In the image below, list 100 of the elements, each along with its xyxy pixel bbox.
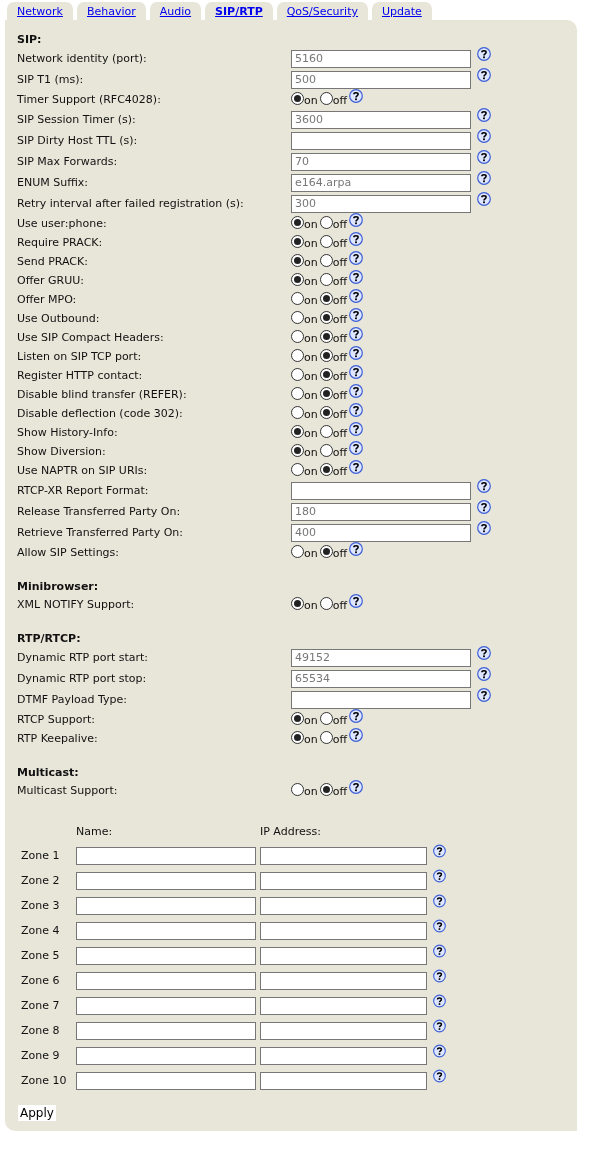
input-field[interactable]: 180: [291, 502, 471, 521]
on-radio-option[interactable]: on: [291, 444, 318, 459]
off-radio-option[interactable]: off: [319, 597, 347, 612]
off-radio-option[interactable]: off: [319, 712, 347, 727]
input-field[interactable]: 300: [291, 194, 471, 213]
on-radio-option[interactable]: on: [291, 463, 318, 478]
help-icon[interactable]: [433, 918, 446, 933]
tab[interactable]: Behavior: [76, 2, 146, 20]
input-field[interactable]: [291, 131, 471, 150]
off-radio-option[interactable]: off: [319, 368, 347, 383]
tab[interactable]: QoS/Security: [276, 2, 368, 20]
ip-address-field[interactable]: [260, 846, 428, 865]
help-icon[interactable]: [349, 346, 363, 360]
on-radio-option[interactable]: on: [291, 368, 318, 383]
input-field[interactable]: 70: [291, 152, 471, 171]
off-radio-option[interactable]: off: [319, 273, 347, 288]
on-radio-option[interactable]: on: [291, 425, 318, 440]
help-icon[interactable]: [349, 422, 363, 436]
help-icon[interactable]: [433, 893, 446, 908]
ip-address-field[interactable]: [260, 1071, 428, 1090]
ip-address-field[interactable]: [260, 896, 428, 915]
help-icon[interactable]: [349, 251, 363, 265]
name-field[interactable]: [76, 846, 256, 865]
input-field[interactable]: 3600: [291, 110, 471, 129]
input-field[interactable]: [291, 690, 471, 709]
help-icon[interactable]: [433, 1018, 446, 1033]
help-icon[interactable]: [477, 478, 491, 493]
off-radio-option[interactable]: off: [319, 425, 347, 440]
help-icon[interactable]: [349, 542, 363, 556]
on-radio-option[interactable]: on: [291, 597, 318, 612]
ip-address-field[interactable]: [260, 971, 428, 990]
input-field[interactable]: e164.arpa: [291, 173, 471, 192]
help-icon[interactable]: [433, 1068, 446, 1083]
help-icon[interactable]: [349, 89, 363, 103]
ip-address-field[interactable]: [260, 871, 428, 890]
ip-address-field[interactable]: [260, 1046, 428, 1065]
off-radio-option[interactable]: off: [319, 216, 347, 231]
on-radio-option[interactable]: on: [291, 292, 318, 307]
help-icon[interactable]: [349, 270, 363, 284]
on-radio-option[interactable]: on: [291, 387, 318, 402]
name-field[interactable]: [76, 1046, 256, 1065]
help-icon[interactable]: [433, 993, 446, 1008]
help-icon[interactable]: [477, 46, 491, 61]
off-radio-option[interactable]: off: [319, 92, 347, 107]
input-field[interactable]: 65534: [291, 669, 471, 688]
on-radio-option[interactable]: on: [291, 349, 318, 364]
off-radio-option[interactable]: off: [319, 783, 347, 798]
input-field[interactable]: 49152: [291, 648, 471, 667]
help-icon[interactable]: [349, 709, 363, 723]
tab[interactable]: Network: [7, 2, 73, 20]
on-radio-option[interactable]: on: [291, 235, 318, 250]
help-icon[interactable]: [349, 780, 363, 794]
help-icon[interactable]: [349, 728, 363, 742]
off-radio-option[interactable]: off: [319, 387, 347, 402]
help-icon[interactable]: [477, 107, 491, 122]
tab[interactable]: Update: [371, 2, 432, 20]
help-icon[interactable]: [477, 666, 491, 681]
name-field[interactable]: [76, 1071, 256, 1090]
help-icon[interactable]: [477, 520, 491, 535]
help-icon[interactable]: [433, 868, 446, 883]
help-icon[interactable]: [349, 365, 363, 379]
help-icon[interactable]: [349, 232, 363, 246]
help-icon[interactable]: [477, 128, 491, 143]
on-radio-option[interactable]: on: [291, 254, 318, 269]
help-icon[interactable]: [349, 308, 363, 322]
help-icon[interactable]: [477, 687, 491, 702]
off-radio-option[interactable]: off: [319, 254, 347, 269]
apply-button[interactable]: Apply: [18, 1105, 56, 1121]
on-radio-option[interactable]: on: [291, 783, 318, 798]
off-radio-option[interactable]: off: [319, 444, 347, 459]
tab[interactable]: SIP/RTP: [205, 2, 273, 20]
on-radio-option[interactable]: on: [291, 712, 318, 727]
off-radio-option[interactable]: off: [319, 235, 347, 250]
off-radio-option[interactable]: off: [319, 292, 347, 307]
help-icon[interactable]: [477, 191, 491, 206]
ip-address-field[interactable]: [260, 946, 428, 965]
help-icon[interactable]: [349, 327, 363, 341]
off-radio-option[interactable]: off: [319, 731, 347, 746]
name-field[interactable]: [76, 946, 256, 965]
ip-address-field[interactable]: [260, 1021, 428, 1040]
on-radio-option[interactable]: on: [291, 406, 318, 421]
help-icon[interactable]: [477, 67, 491, 82]
name-field[interactable]: [76, 971, 256, 990]
on-radio-option[interactable]: on: [291, 545, 318, 560]
input-field[interactable]: [291, 481, 471, 500]
help-icon[interactable]: [349, 403, 363, 417]
on-radio-option[interactable]: on: [291, 311, 318, 326]
off-radio-option[interactable]: off: [319, 349, 347, 364]
help-icon[interactable]: [349, 441, 363, 455]
ip-address-field[interactable]: [260, 996, 428, 1015]
input-field[interactable]: 400: [291, 523, 471, 542]
help-icon[interactable]: [349, 384, 363, 398]
help-icon[interactable]: [349, 289, 363, 303]
name-field[interactable]: [76, 921, 256, 940]
name-field[interactable]: [76, 1021, 256, 1040]
name-field[interactable]: [76, 896, 256, 915]
input-field[interactable]: 5160: [291, 49, 471, 68]
help-icon[interactable]: [349, 594, 363, 608]
input-field[interactable]: 500: [291, 70, 471, 89]
on-radio-option[interactable]: on: [291, 92, 318, 107]
